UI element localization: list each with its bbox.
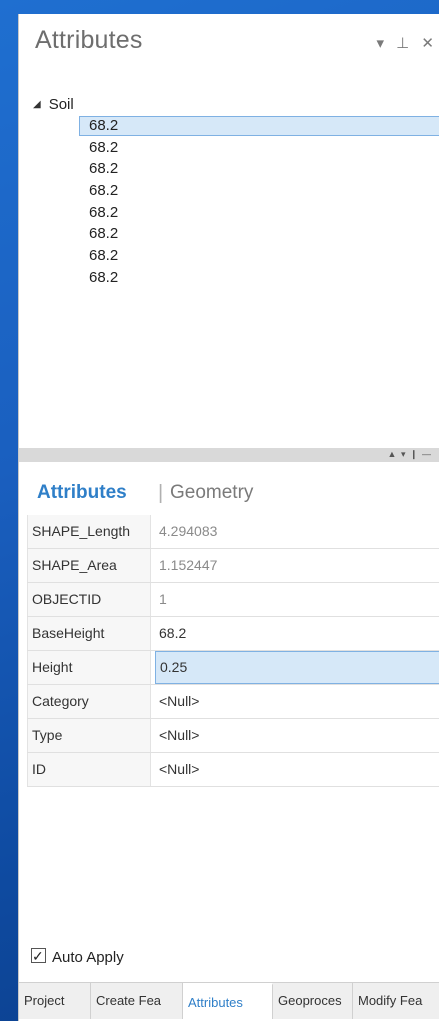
attribute-row: BaseHeight 68.2 xyxy=(27,617,439,651)
dock-tab[interactable]: Geoproces xyxy=(273,983,353,1019)
pane-controls: ▾ ⊥ ✕ xyxy=(368,34,434,52)
field-name: BaseHeight xyxy=(27,617,151,650)
pin-icon[interactable]: ⊥ xyxy=(396,35,409,52)
field-value: 1.152447 xyxy=(159,557,218,573)
tree-feature-list: 68.2 68.2 68.2 68.2 68.2 68.2 68.2 68.2 xyxy=(79,116,439,290)
field-name: ID xyxy=(27,753,151,786)
attribute-row: Height 0.25 xyxy=(27,651,439,685)
attribute-row: ID <Null> xyxy=(27,753,439,787)
checkbox-checked-icon[interactable] xyxy=(31,945,46,967)
field-name: Type xyxy=(27,719,151,752)
tree-feature-item[interactable]: 68.2 xyxy=(79,268,439,288)
attribute-row: Type <Null> xyxy=(27,719,439,753)
field-value: 4.294083 xyxy=(159,523,218,539)
tree-feature-item[interactable]: 68.2 xyxy=(79,203,439,223)
attribute-row: OBJECTID 1 xyxy=(27,583,439,617)
pane-titlebar: Attributes ▾ ⊥ ✕ xyxy=(19,14,439,66)
collapse-triangle-icon[interactable]: ◢ xyxy=(33,94,41,116)
field-value[interactable]: 0.25 xyxy=(155,651,439,684)
dock-tab[interactable]: Attributes xyxy=(183,983,273,1019)
tree-feature-item[interactable]: 68.2 xyxy=(79,246,439,266)
tree-feature-item[interactable]: 68.2 xyxy=(79,159,439,179)
tab-geometry[interactable]: Geometry xyxy=(170,476,253,510)
close-icon[interactable]: ✕ xyxy=(421,35,434,52)
tree-feature-item[interactable]: 68.2 xyxy=(79,116,439,136)
attribute-row: SHAPE_Area 1.152447 xyxy=(27,549,439,583)
pane-splitter[interactable]: ▲ ▾ ❙ — xyxy=(19,448,439,462)
tree-feature-item[interactable]: 68.2 xyxy=(79,138,439,158)
field-value[interactable]: <Null> xyxy=(159,719,439,752)
dock-tab-strip: Project Create Fea Attributes Geoproces Modi… xyxy=(19,982,439,1019)
auto-apply-label: Auto Apply xyxy=(52,949,124,966)
tree-feature-item[interactable]: 68.2 xyxy=(79,224,439,244)
tab-separator: | xyxy=(158,482,164,504)
dock-tab[interactable]: Create Fea xyxy=(91,983,183,1019)
dock-tab[interactable]: Modify Fea xyxy=(353,983,439,1019)
selection-tree: ◢ Soil 68.2 68.2 68.2 68.2 68.2 68.2 68.2 68.2 xyxy=(19,94,439,444)
field-name: SHAPE_Area xyxy=(27,549,151,582)
attribute-row: SHAPE_Length 4.294083 xyxy=(27,515,439,549)
tree-feature-item[interactable]: 68.2 xyxy=(79,181,439,201)
pane-title: Attributes xyxy=(35,26,143,54)
field-name: Category xyxy=(27,685,151,718)
field-name: OBJECTID xyxy=(27,583,151,616)
tab-attributes[interactable]: Attributes xyxy=(37,476,127,510)
auto-apply-checkbox[interactable]: Auto Apply xyxy=(31,945,124,969)
tree-layer-label: Soil xyxy=(48,96,74,113)
field-value[interactable]: 68.2 xyxy=(159,617,439,650)
field-name: Height xyxy=(27,651,151,684)
attribute-grid: SHAPE_Length 4.294083 SHAPE_Area 1.152447 OB… xyxy=(27,515,439,787)
dropdown-icon[interactable]: ▾ xyxy=(376,35,384,52)
splitter-controls[interactable]: ▲ ▾ ❙ — xyxy=(388,449,432,460)
field-name: SHAPE_Length xyxy=(27,515,151,548)
field-value[interactable]: <Null> xyxy=(159,685,439,718)
attribute-row: Category <Null> xyxy=(27,685,439,719)
tree-layer-node[interactable]: ◢ Soil xyxy=(33,94,74,116)
field-value: 1 xyxy=(159,591,167,607)
dock-tab[interactable]: Project xyxy=(19,983,91,1019)
detail-tabs: Attributes | Geometry xyxy=(19,476,439,510)
field-value[interactable]: <Null> xyxy=(159,753,439,786)
attributes-pane: Attributes ▾ ⊥ ✕ ◢ Soil 68.2 68.2 68.2 68.2 6… xyxy=(18,14,439,1021)
